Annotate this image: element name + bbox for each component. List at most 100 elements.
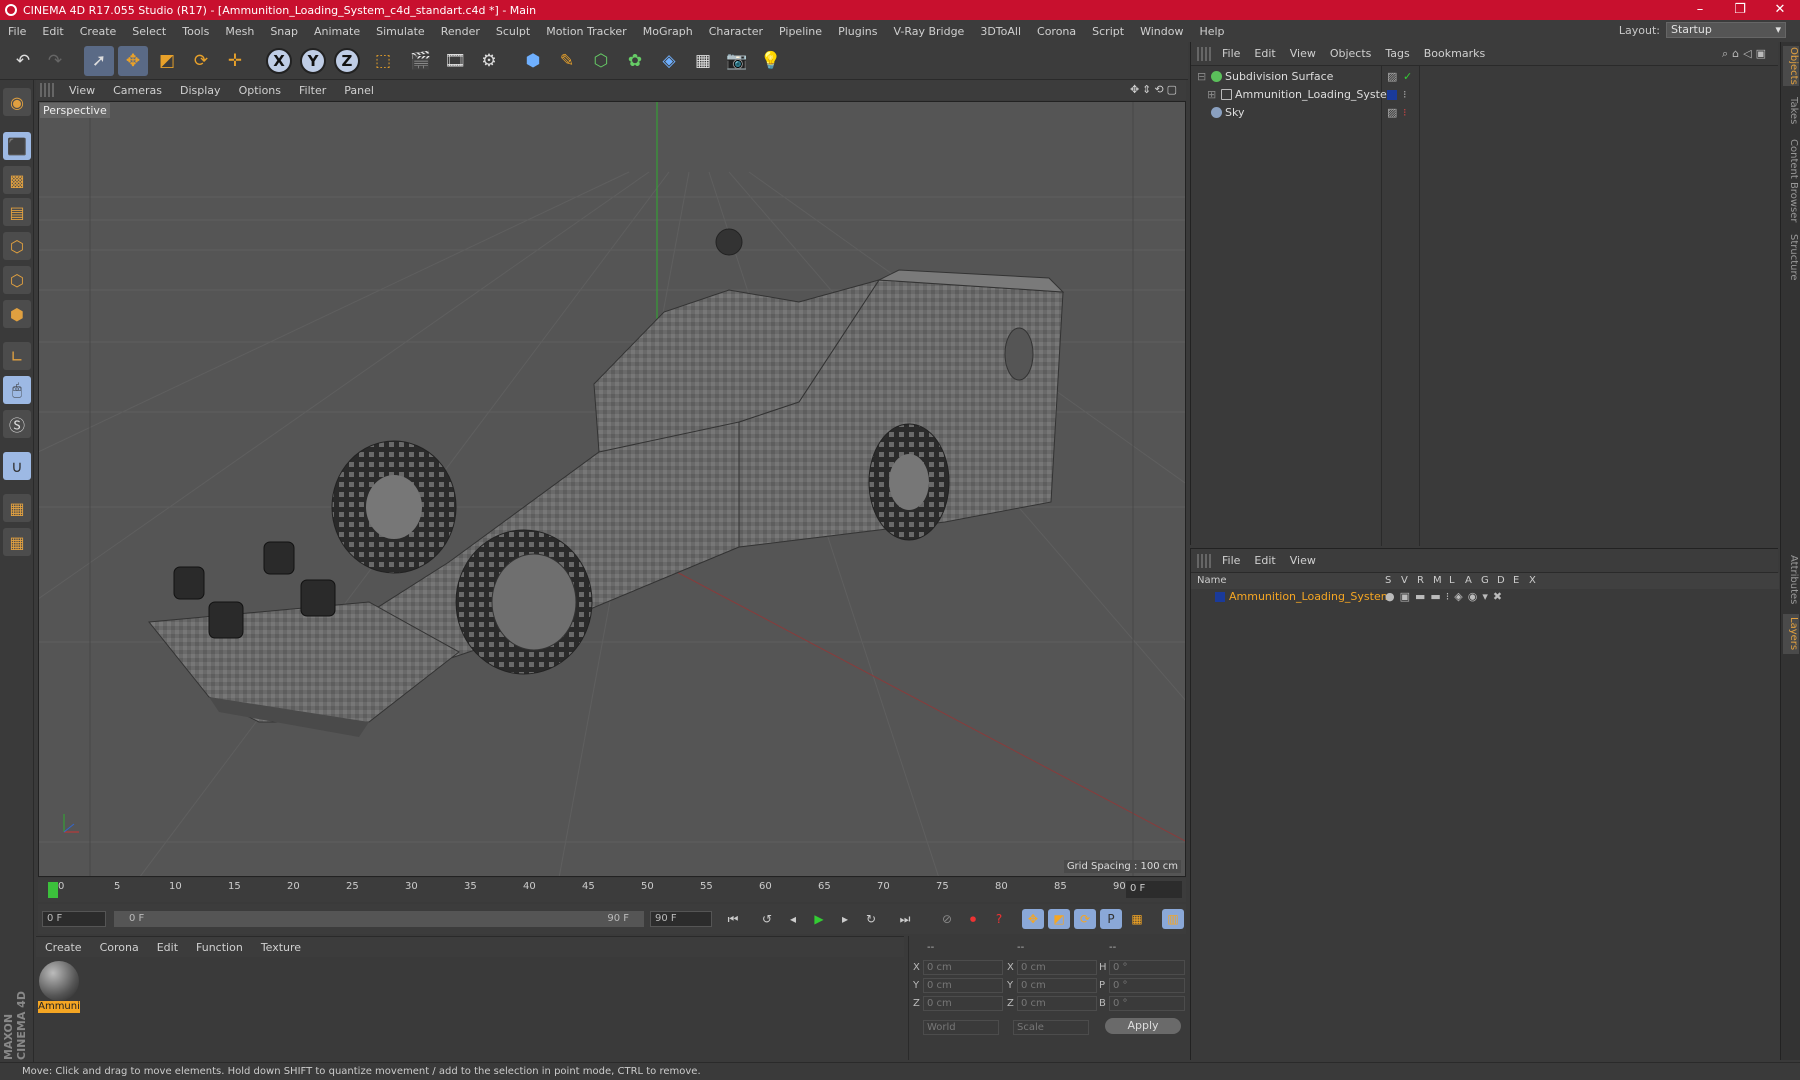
y-axis-lock-icon[interactable]: Y — [300, 48, 326, 74]
polygons-mode-icon[interactable]: ⬢ — [3, 300, 31, 328]
panel-grip-icon[interactable] — [1197, 46, 1211, 61]
close-button[interactable]: ✕ — [1760, 0, 1800, 20]
maximize-button[interactable]: ❐ — [1720, 0, 1760, 20]
objmgr-menu-view[interactable]: View — [1283, 47, 1323, 60]
record-keys-icon[interactable]: ⏺ — [962, 909, 984, 929]
current-frame-field[interactable]: 0 F — [1126, 881, 1182, 898]
viewport-menu-options[interactable]: Options — [230, 84, 290, 97]
visibility-dots-red[interactable]: ⁝ — [1403, 104, 1407, 122]
material-menu-create[interactable]: Create — [36, 941, 91, 954]
move-tool-icon[interactable]: ✥ — [118, 46, 148, 76]
menu-window[interactable]: Window — [1132, 25, 1191, 38]
material-menu-texture[interactable]: Texture — [252, 941, 310, 954]
timeline[interactable]: 0 5 10 15 20 25 30 35 40 45 50 55 60 65 … — [38, 878, 1186, 902]
points-mode-icon[interactable]: ⬡ — [3, 232, 31, 260]
object-row-subdivision[interactable]: ⊟ Subdivision Surface ▨ ✓ — [1191, 68, 1779, 86]
render-view-icon[interactable]: 🎬 — [406, 46, 436, 76]
size-y-field[interactable]: 0 cm — [1017, 978, 1097, 993]
menu-mesh[interactable]: Mesh — [217, 25, 262, 38]
tweak-mode-icon[interactable]: 🖱 — [3, 376, 31, 404]
menu-pipeline[interactable]: Pipeline — [771, 25, 830, 38]
scale-tool-icon[interactable]: ◩ — [152, 46, 182, 76]
viewport-menu-display[interactable]: Display — [171, 84, 230, 97]
timeline-window-icon[interactable]: ▥ — [1162, 909, 1184, 929]
cloner-icon[interactable]: ✿ — [620, 46, 650, 76]
camera-icon[interactable]: 📷 — [722, 46, 752, 76]
objmgr-menu-tags[interactable]: Tags — [1378, 47, 1416, 60]
lock-workplane-icon[interactable]: ▦ — [3, 494, 31, 522]
transform-tool-icon[interactable]: ✛ — [220, 46, 250, 76]
layer-menu-view[interactable]: View — [1283, 554, 1323, 567]
start-frame-field[interactable]: 0 F — [42, 911, 106, 927]
snap-icon[interactable]: ∪ — [3, 452, 31, 480]
menu-file[interactable]: File — [0, 25, 34, 38]
objmgr-menu-edit[interactable]: Edit — [1247, 47, 1282, 60]
visibility-dots[interactable]: ▨ — [1387, 104, 1397, 122]
coordinate-mode-select[interactable]: World — [923, 1020, 999, 1035]
material-menu-edit[interactable]: Edit — [148, 941, 187, 954]
redo-icon[interactable]: ↷ — [40, 46, 70, 76]
go-to-end-icon[interactable]: ⏭ — [894, 909, 916, 929]
floor-icon[interactable]: ▦ — [688, 46, 718, 76]
key-pla-icon[interactable]: ▦ — [1126, 909, 1148, 929]
size-z-field[interactable]: 0 cm — [1017, 996, 1097, 1011]
viewport-nav-icons[interactable]: ✥⇕⟲▢ — [1130, 83, 1180, 96]
minimize-button[interactable]: – — [1680, 0, 1720, 20]
menu-script[interactable]: Script — [1084, 25, 1132, 38]
cube-object-icon[interactable]: ⬢ — [518, 46, 548, 76]
objmgr-search-icons[interactable]: ⌕⌂◁▣ — [1722, 47, 1770, 61]
collapse-icon[interactable]: ⊟ — [1197, 68, 1206, 86]
viewport-menu-view[interactable]: View — [60, 84, 104, 97]
make-editable-icon[interactable]: ◉ — [3, 88, 31, 116]
menu-3dtoall[interactable]: 3DToAll — [972, 25, 1029, 38]
menu-sculpt[interactable]: Sculpt — [488, 25, 538, 38]
autokey-icon[interactable]: ? — [988, 909, 1010, 929]
rotation-h-field[interactable]: 0 ° — [1109, 960, 1185, 975]
end-frame-field[interactable]: 90 F — [650, 911, 712, 927]
menu-corona[interactable]: Corona — [1029, 25, 1084, 38]
light-icon[interactable]: 💡 — [756, 46, 786, 76]
menu-snap[interactable]: Snap — [262, 25, 306, 38]
key-scale-icon[interactable]: ◩ — [1048, 909, 1070, 929]
texture-mode-icon[interactable]: ▩ — [3, 166, 31, 194]
material-swatch[interactable]: Ammuni — [38, 961, 80, 1013]
panel-grip-icon[interactable] — [1197, 553, 1211, 568]
menu-plugins[interactable]: Plugins — [830, 25, 885, 38]
playhead[interactable] — [48, 882, 58, 898]
spline-pen-icon[interactable]: ✎ — [552, 46, 582, 76]
position-y-field[interactable]: 0 cm — [923, 978, 1003, 993]
menu-render[interactable]: Render — [433, 25, 488, 38]
object-row-sky[interactable]: Sky ▨ ⁝ — [1191, 104, 1779, 122]
key-param-icon[interactable]: P — [1100, 909, 1122, 929]
workplane-icon[interactable]: ▤ — [3, 198, 31, 226]
render-settings-icon[interactable]: ⚙ — [474, 46, 504, 76]
viewport-menu-cameras[interactable]: Cameras — [104, 84, 171, 97]
edges-mode-icon[interactable]: ⬡ — [3, 266, 31, 294]
size-mode-select[interactable]: Scale — [1013, 1020, 1089, 1035]
menu-vray-bridge[interactable]: V-Ray Bridge — [885, 25, 972, 38]
tab-structure[interactable]: Structure — [1783, 232, 1799, 282]
object-row-ammunition[interactable]: ⊞ Ammunition_Loading_System ⁝ — [1191, 86, 1779, 104]
viewport-menu-panel[interactable]: Panel — [335, 84, 383, 97]
viewport-menu-filter[interactable]: Filter — [290, 84, 335, 97]
visibility-dots[interactable]: ⁝ — [1403, 86, 1407, 104]
model-mode-icon[interactable]: ⬛ — [3, 132, 31, 160]
apply-button[interactable]: Apply — [1105, 1018, 1181, 1034]
subdivision-surface-icon[interactable]: ⬡ — [586, 46, 616, 76]
expand-icon[interactable]: ⊞ — [1207, 86, 1216, 104]
key-rotation-icon[interactable]: ⟳ — [1074, 909, 1096, 929]
axis-mode-icon[interactable]: ∟ — [3, 342, 31, 370]
prev-frame-icon[interactable]: ◂ — [782, 909, 804, 929]
position-x-field[interactable]: 0 cm — [923, 960, 1003, 975]
rotation-b-field[interactable]: 0 ° — [1109, 996, 1185, 1011]
menu-help[interactable]: Help — [1191, 25, 1232, 38]
planar-workplane-icon[interactable]: ▦ — [3, 528, 31, 556]
material-menu-corona[interactable]: Corona — [91, 941, 148, 954]
layer-row[interactable]: Ammunition_Loading_System ●▣▬▬⁝◈◉▾✖ — [1191, 589, 1779, 605]
key-position-icon[interactable]: ✥ — [1022, 909, 1044, 929]
layout-select[interactable]: Startup — [1666, 22, 1786, 38]
x-axis-lock-icon[interactable]: X — [266, 48, 292, 74]
menu-mograph[interactable]: MoGraph — [635, 25, 701, 38]
prev-key-icon[interactable]: ↺ — [756, 909, 778, 929]
position-z-field[interactable]: 0 cm — [923, 996, 1003, 1011]
